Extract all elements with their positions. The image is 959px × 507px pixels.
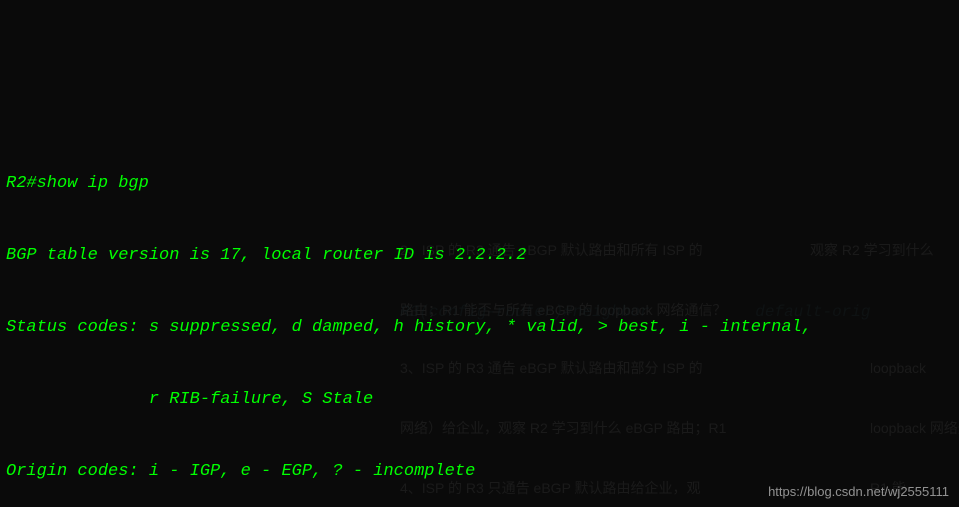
terminal[interactable]: 2、ISP 的 R3 通告 eBGP 默认路由和所有 ISP 的 路由；R1 能… <box>0 0 959 507</box>
bgp-header-status-codes-1: Status codes: s suppressed, d damped, h … <box>6 316 953 340</box>
bgp-header-status-codes-2: r RIB-failure, S Stale <box>6 388 953 412</box>
bgp-header-origin-codes: Origin codes: i - IGP, e - EGP, ? - inco… <box>6 460 953 484</box>
bgp-header-version: BGP table version is 17, local router ID… <box>6 244 953 268</box>
cli-command: R2#show ip bgp <box>6 172 953 196</box>
